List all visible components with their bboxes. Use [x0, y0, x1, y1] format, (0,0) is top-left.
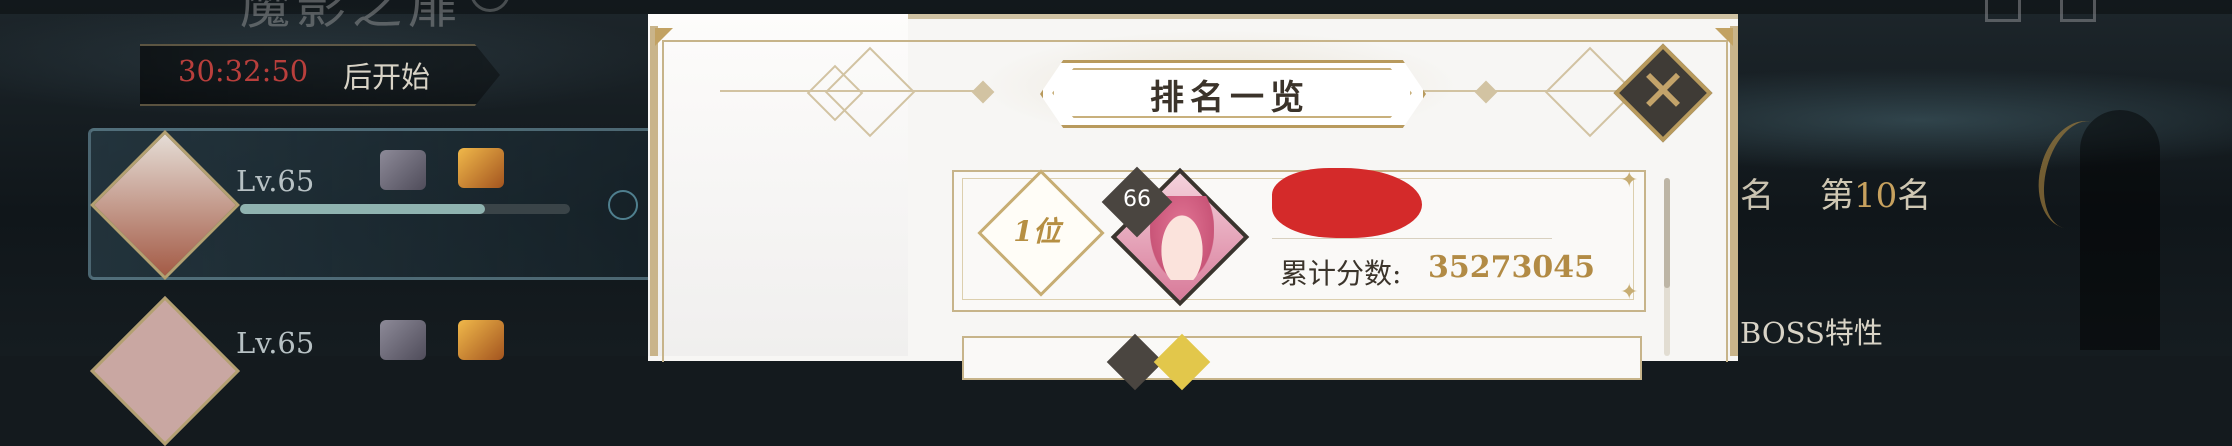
name-divider	[1272, 238, 1552, 239]
boss-traits-button[interactable]: BOSS特性	[1740, 310, 1883, 352]
silver-chest-icon[interactable]	[380, 150, 426, 190]
score-label: 累计分数:	[1280, 257, 1402, 290]
countdown-timer: 30:32:50	[178, 54, 309, 88]
gold-chest-icon[interactable]	[458, 148, 504, 188]
modal-border-left	[650, 26, 658, 356]
gold-chest-icon[interactable]	[458, 320, 504, 360]
score-value: 35273045	[1428, 250, 1595, 285]
ranking-row[interactable]	[962, 336, 1642, 380]
countdown-label: 后开始	[343, 60, 431, 94]
ranker-level: 66	[1123, 187, 1151, 212]
scrollbar-thumb[interactable]	[1664, 178, 1670, 288]
modal-title: 排名一览	[1150, 78, 1310, 118]
silver-chest-icon[interactable]	[380, 320, 426, 360]
rank-suffix: 名	[1897, 176, 1932, 216]
star-ornament: ✦	[1620, 168, 1639, 193]
rank-prefix: 第	[1820, 176, 1854, 216]
my-rank: 第10名	[1820, 168, 1931, 217]
exp-bar-fill	[240, 204, 485, 214]
close-icon[interactable]: ✕	[1628, 56, 1698, 126]
rank-position: 1位	[1013, 215, 1061, 248]
event-title: 魔影之扉	[240, 0, 464, 35]
modal-border-right	[1730, 26, 1738, 356]
player-level: Lv.65	[236, 326, 315, 360]
mail-icon[interactable]	[1985, 0, 2021, 22]
rank-label-fragment: 名	[1740, 176, 1774, 216]
star-ornament: ✦	[1620, 280, 1639, 305]
redacted-player-name	[1272, 168, 1422, 238]
player-level: Lv.65	[236, 164, 315, 198]
reward-node-icon	[608, 190, 638, 220]
menu-icon[interactable]	[2060, 0, 2096, 22]
rank-number: 10	[1854, 176, 1898, 216]
